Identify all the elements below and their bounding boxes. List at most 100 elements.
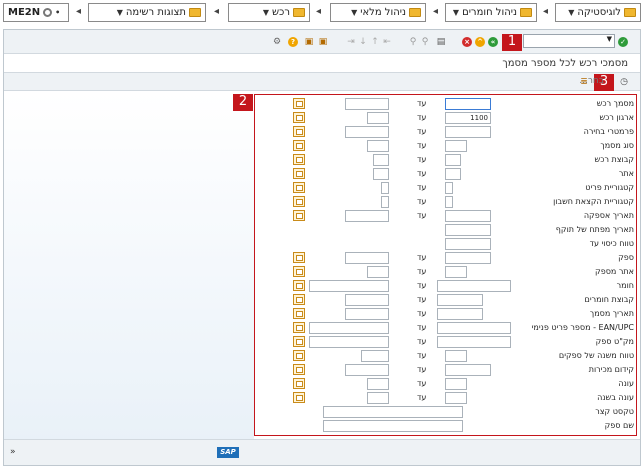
field-from-input[interactable]: [445, 196, 453, 208]
field-to-input[interactable]: [381, 182, 389, 194]
transaction-label: ME2N: [8, 7, 41, 18]
field-to-input[interactable]: [367, 112, 389, 124]
field-label: פרמטרי בחירה: [583, 127, 634, 136]
multiple-selection-icon[interactable]: [293, 196, 305, 207]
to-label: עד: [417, 295, 427, 304]
print-icon[interactable]: ▤: [436, 37, 446, 47]
multiple-selection-icon[interactable]: [293, 126, 305, 137]
field-from-input[interactable]: [445, 168, 461, 180]
field-from-input[interactable]: [323, 420, 463, 432]
multiple-selection-icon[interactable]: [293, 336, 305, 347]
exit-icon[interactable]: ^: [475, 37, 485, 47]
field-to-input[interactable]: [345, 308, 389, 320]
field-label: שם ספק: [604, 421, 634, 430]
field-to-input[interactable]: [309, 336, 389, 348]
multiple-selection-icon[interactable]: [293, 350, 305, 361]
field-to-input[interactable]: [361, 350, 389, 362]
field-from-input[interactable]: [437, 308, 483, 320]
multiple-selection-icon[interactable]: [293, 378, 305, 389]
multiple-selection-icon[interactable]: [293, 322, 305, 333]
breadcrumb-item-inventory[interactable]: ניהול מלאי ▼: [330, 3, 426, 22]
first-page-icon[interactable]: ⇤: [382, 37, 392, 47]
multiple-selection-icon[interactable]: [293, 364, 305, 375]
new-session-icon[interactable]: ▣: [318, 37, 328, 47]
field-to-input[interactable]: [373, 154, 389, 166]
multiple-selection-icon[interactable]: [293, 112, 305, 123]
field-from-input[interactable]: [437, 322, 511, 334]
field-from-input[interactable]: [445, 266, 467, 278]
field-from-input[interactable]: [445, 364, 491, 376]
shortcut-icon[interactable]: ▣: [304, 37, 314, 47]
field-from-input[interactable]: [445, 182, 453, 194]
field-from-input[interactable]: [323, 406, 463, 418]
field-to-input[interactable]: [345, 210, 389, 222]
multiple-selection-icon[interactable]: [293, 154, 305, 165]
field-to-input[interactable]: [367, 378, 389, 390]
form-row: אתר עד: [255, 168, 638, 181]
arrow-left-icon: ◂: [316, 6, 322, 17]
field-from-input[interactable]: [445, 154, 461, 166]
transaction-code[interactable]: ME2N •: [3, 3, 69, 22]
field-from-input[interactable]: [445, 98, 491, 110]
breadcrumb-item-purchasing[interactable]: רכש ▼: [228, 3, 310, 22]
gear-icon[interactable]: ⚙: [272, 37, 282, 47]
breadcrumb-item-logistics[interactable]: לוגיסטיקה ▼: [555, 3, 641, 22]
breadcrumb-item-materials[interactable]: ניהול חומרים ▼: [445, 3, 537, 22]
field-to-input[interactable]: [345, 126, 389, 138]
multiple-selection-icon[interactable]: [293, 266, 305, 277]
field-from-input[interactable]: [445, 224, 491, 236]
field-to-input[interactable]: [345, 364, 389, 376]
cancel-icon[interactable]: ×: [462, 37, 472, 47]
field-from-input[interactable]: [445, 210, 491, 222]
field-to-input[interactable]: [381, 196, 389, 208]
expand-icon[interactable]: »: [10, 447, 16, 457]
multiple-selection-icon[interactable]: [293, 140, 305, 151]
multiple-selection-icon[interactable]: [293, 252, 305, 263]
field-from-input[interactable]: [445, 378, 467, 390]
multiple-selection-icon[interactable]: [293, 392, 305, 403]
multiple-selection-icon[interactable]: [293, 210, 305, 221]
field-from-input[interactable]: [445, 350, 467, 362]
enter-icon[interactable]: ✓: [618, 37, 628, 47]
choose-button[interactable]: בחר...: [579, 76, 604, 86]
command-field[interactable]: ▼: [523, 34, 615, 48]
field-to-input[interactable]: [345, 294, 389, 306]
execute-icon[interactable]: ◷: [619, 77, 629, 87]
last-page-icon[interactable]: ⇥: [346, 37, 356, 47]
field-to-input[interactable]: [345, 98, 389, 110]
multiple-selection-icon[interactable]: [293, 308, 305, 319]
field-label: סוג מסמך: [600, 141, 634, 150]
multiple-selection-icon[interactable]: [293, 280, 305, 291]
field-from-input[interactable]: 1100: [445, 112, 491, 124]
field-from-input[interactable]: [445, 252, 491, 264]
breadcrumb-item-list-displays[interactable]: תצוגות רשימה ▼: [88, 3, 206, 22]
to-label: עד: [417, 127, 427, 136]
field-to-input[interactable]: [367, 392, 389, 404]
multiple-selection-icon[interactable]: [293, 294, 305, 305]
back-icon[interactable]: «: [488, 37, 498, 47]
field-to-input[interactable]: [373, 168, 389, 180]
field-to-input[interactable]: [309, 322, 389, 334]
field-from-input[interactable]: [445, 238, 491, 250]
field-from-input[interactable]: [437, 280, 511, 292]
field-to-input[interactable]: [367, 140, 389, 152]
field-to-input[interactable]: [345, 252, 389, 264]
form-row: שם ספק: [255, 420, 638, 433]
find-next-icon[interactable]: ⚲: [408, 37, 418, 47]
find-icon[interactable]: ⚲: [420, 37, 430, 47]
field-from-input[interactable]: [445, 392, 467, 404]
multiple-selection-icon[interactable]: [293, 98, 305, 109]
form-row: קטגוריית הקצאת חשבון עד: [255, 196, 638, 209]
field-from-input[interactable]: [445, 126, 491, 138]
field-to-input[interactable]: [367, 266, 389, 278]
prev-page-icon[interactable]: ↑: [370, 37, 380, 47]
field-to-input[interactable]: [309, 280, 389, 292]
field-from-input[interactable]: [445, 140, 467, 152]
help-icon[interactable]: ?: [288, 37, 298, 47]
breadcrumb-label: לוגיסטיקה: [577, 7, 621, 18]
multiple-selection-icon[interactable]: [293, 168, 305, 179]
multiple-selection-icon[interactable]: [293, 182, 305, 193]
field-from-input[interactable]: [437, 294, 483, 306]
field-from-input[interactable]: [437, 336, 511, 348]
next-page-icon[interactable]: ↓: [358, 37, 368, 47]
